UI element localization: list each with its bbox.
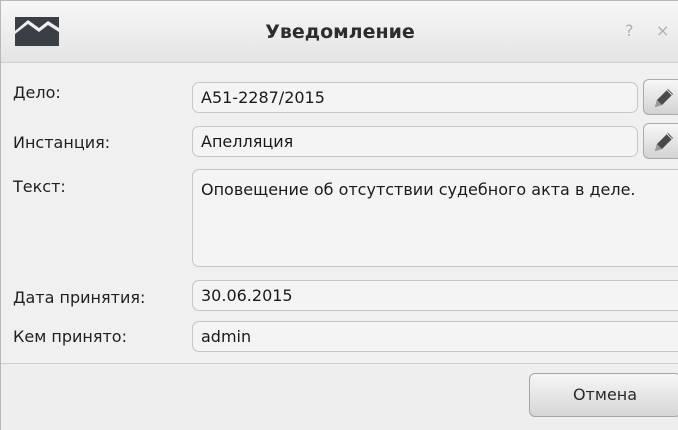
case-label: Дело:	[13, 83, 61, 102]
instance-field[interactable]: Апелляция	[192, 126, 638, 157]
accepted-by-label: Кем принято:	[13, 327, 127, 346]
date-label: Дата принятия:	[13, 288, 146, 307]
case-field[interactable]: А51-2287/2015	[192, 82, 638, 113]
notification-dialog: Уведомление ? × Дело: А51-2287/2015 Инст…	[0, 0, 678, 430]
pencil-icon	[655, 133, 673, 151]
accepted-by-field[interactable]: admin	[192, 321, 678, 352]
pencil-icon	[655, 89, 673, 107]
cancel-button[interactable]: Отмена	[529, 373, 678, 417]
instance-edit-button[interactable]	[643, 123, 678, 159]
title-bar[interactable]: Уведомление ? ×	[1, 1, 678, 63]
date-field[interactable]: 30.06.2015	[192, 280, 678, 311]
dialog-title: Уведомление	[265, 21, 415, 43]
text-label: Текст:	[13, 177, 66, 196]
help-button[interactable]: ?	[625, 21, 634, 40]
close-button[interactable]: ×	[656, 21, 669, 40]
instance-label: Инстанция:	[13, 133, 111, 152]
text-area[interactable]: Оповещение об отсутствии судебного акта …	[192, 169, 678, 267]
case-edit-button[interactable]	[643, 79, 678, 115]
